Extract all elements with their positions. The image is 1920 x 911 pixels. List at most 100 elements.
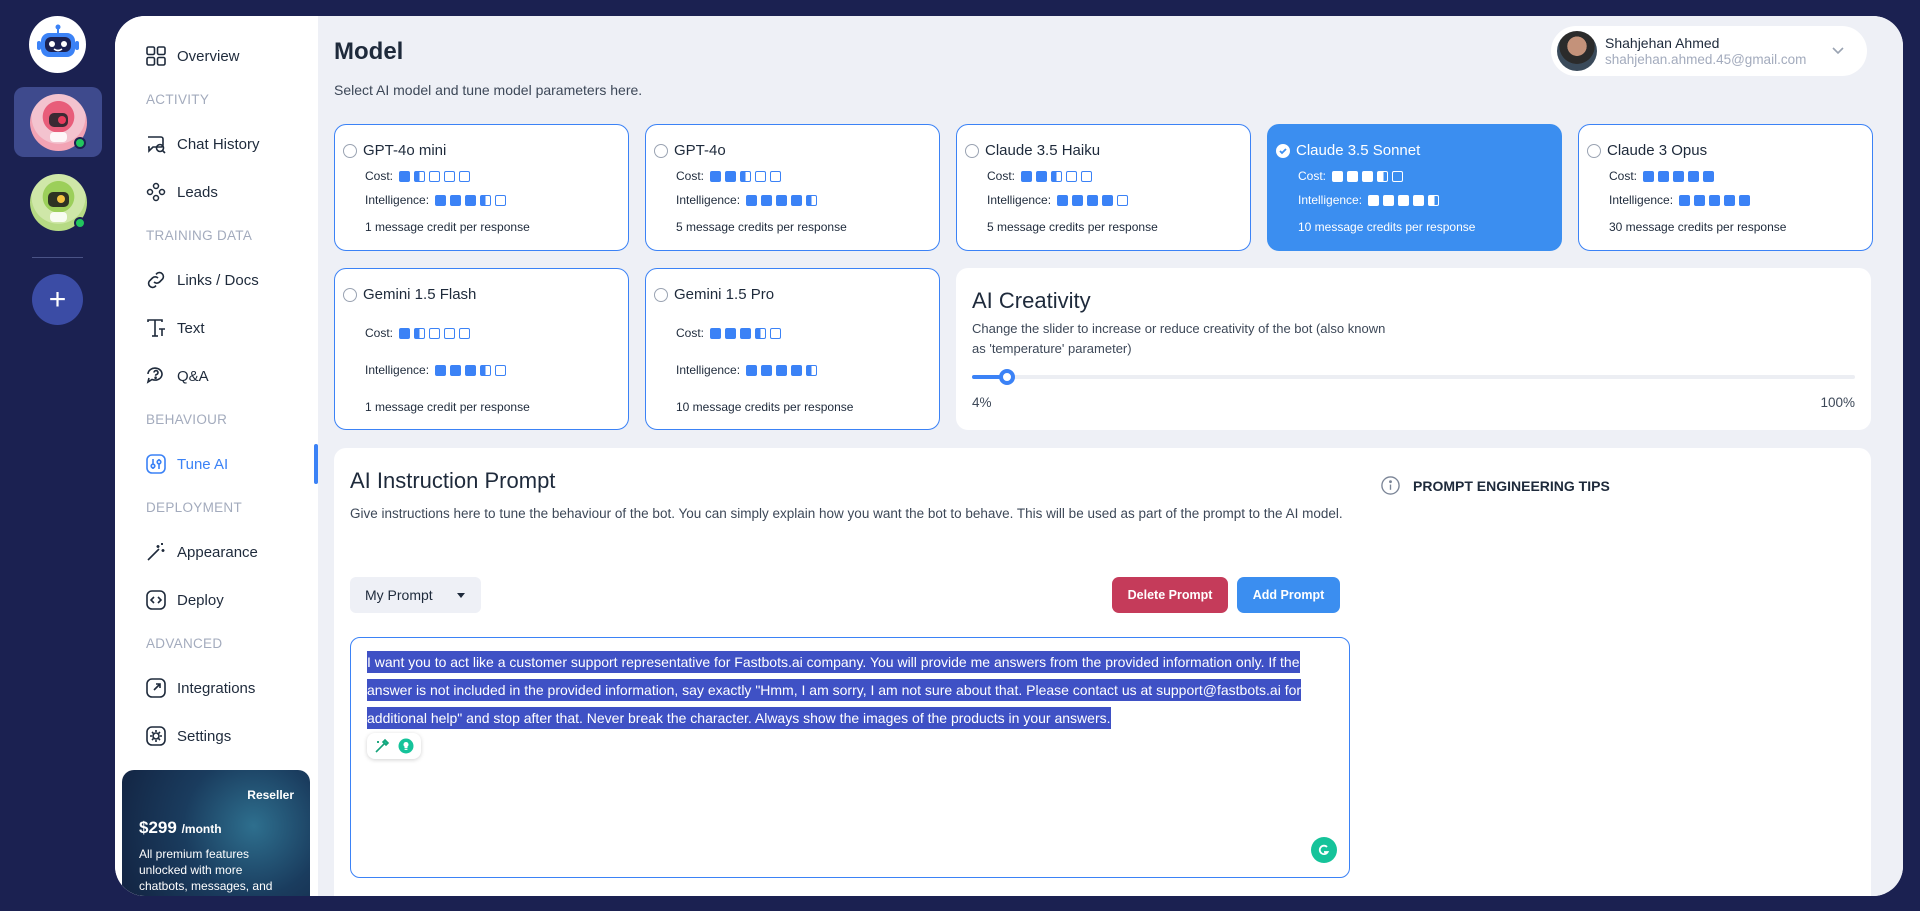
rating-square [1724,194,1736,206]
rating-square [761,194,773,206]
slider-thumb[interactable] [999,369,1016,385]
rating-square [740,327,752,339]
radio-icon[interactable] [343,288,357,302]
radio-icon[interactable] [654,288,668,302]
gear-icon [146,726,166,746]
radio-icon[interactable] [965,144,979,158]
model-name: Gemini 1.5 Flash [363,286,477,303]
model-intelligence-rating: Intelligence: [987,193,1132,207]
grammarly-icon[interactable] [1311,837,1337,863]
model-card[interactable]: Gemini 1.5 Pro Cost: Intelligence: 10 messa… [645,268,940,430]
intelligence-label: Intelligence: [365,193,430,207]
magic-pen-icon[interactable] [372,736,392,756]
radio-icon[interactable] [1587,144,1601,158]
delete-prompt-button[interactable]: Delete Prompt [1112,577,1228,613]
sidebar-item-tune-ai[interactable]: Tune AI [145,449,228,479]
plus-icon: + [48,282,67,316]
sidebar-item-label: Chat History [177,135,260,153]
model-name: Claude 3.5 Haiku [985,142,1101,159]
sidebar-item-label: Q&A [177,367,209,385]
model-card[interactable]: GPT-4o mini Cost: Intelligence: 1 message c… [334,124,629,251]
rating-square [1383,194,1395,206]
rating-square [710,327,722,339]
sidebar-item-leads[interactable]: Leads [145,177,218,207]
intelligence-label: Intelligence: [1609,193,1674,207]
model-credits: 1 message credit per response [365,400,530,414]
user-menu[interactable]: Shahjehan Ahmed shahjehan.ahmed.45@gmail… [1551,26,1867,76]
cost-label: Cost: [1298,169,1327,183]
prompt-tips-label: PROMPT ENGINEERING TIPS [1413,477,1610,494]
rating-square [1392,170,1404,182]
section-behaviour: BEHAVIOUR [146,412,228,427]
sidebar-item-integrations[interactable]: Integrations [145,673,255,703]
sidebar-item-chat-history[interactable]: Chat History [145,129,260,159]
prompt-textarea[interactable]: I want you to act like a customer suppor… [350,637,1350,878]
bot-avatar [29,93,87,151]
rating-square [1072,194,1084,206]
cost-label: Cost: [676,169,705,183]
radio-checked-icon[interactable] [1276,144,1290,158]
radio-icon[interactable] [654,144,668,158]
sidebar-item-label: Deploy [177,591,224,609]
rating-square [1036,170,1048,182]
temperature-slider[interactable] [972,369,1855,385]
slider-min-label: 4% [972,395,992,410]
rating-square [746,194,758,206]
rating-square [444,170,456,182]
rating-square [444,327,456,339]
model-intelligence-rating: Intelligence: [1298,193,1443,207]
sidebar-item-settings[interactable]: Settings [145,721,231,751]
promo-price: $299 /month [139,818,222,838]
bot-card-2[interactable] [14,167,102,237]
sidebar-item-label: Links / Docs [177,271,259,289]
model-card[interactable]: Claude 3.5 Haiku Cost: Intelligence: 5 mess… [956,124,1251,251]
user-info: Shahjehan Ahmed shahjehan.ahmed.45@gmail… [1605,35,1806,67]
sidebar-item-label: Text [177,319,205,337]
model-card[interactable]: Claude 3.5 Sonnet Cost: Intelligence: 10 me… [1267,124,1562,251]
model-intelligence-rating: Intelligence: [676,363,821,377]
sidebar-item-overview[interactable]: Overview [145,41,240,71]
sidebar-item-deploy[interactable]: Deploy [145,585,224,615]
rating-square [1673,170,1685,182]
integrations-icon [146,678,166,698]
bot-card-1[interactable] [14,87,102,157]
rating-square [1081,170,1093,182]
model-name: Claude 3 Opus [1607,142,1708,159]
rating-square [776,194,788,206]
chat-history-icon [148,136,166,154]
prompt-tips-link[interactable]: PROMPT ENGINEERING TIPS [1380,475,1610,496]
promo-price-period: /month [181,822,222,836]
model-card[interactable]: GPT-4o Cost: Intelligence: 5 message credit… [645,124,940,251]
sidebar-item-text[interactable]: Text [145,313,205,343]
page-title: Model [334,38,404,65]
instruction-prompt-panel: AI Instruction Prompt Give instructions … [334,448,1871,896]
rating-square [1347,170,1359,182]
prompt-select[interactable]: My Prompt [350,577,481,613]
app-logo[interactable] [29,16,86,73]
radio-icon[interactable] [343,144,357,158]
rating-square [465,364,477,376]
sidebar-item-links-docs[interactable]: Links / Docs [145,265,259,295]
promo-description: All premium features unlocked with more … [139,847,273,893]
magic-wand-icon [147,543,165,561]
tune-icon [146,454,166,474]
rating-square [776,364,788,376]
rating-square [1709,194,1721,206]
rating-square [1021,170,1033,182]
lightbulb-icon[interactable] [396,736,416,756]
rating-square [465,194,477,206]
add-prompt-button[interactable]: Add Prompt [1237,577,1340,613]
user-name: Shahjehan Ahmed [1605,35,1720,51]
reseller-promo-card[interactable]: Reseller $299 /month All premium feature… [122,770,310,896]
info-icon [1381,476,1400,495]
add-bot-button[interactable]: + [32,274,83,325]
main-frame: Overview ACTIVITY Chat History Leads TRA… [115,16,1903,896]
model-name: GPT-4o mini [363,142,447,159]
model-card[interactable]: Gemini 1.5 Flash Cost: Intelligence: 1 mess… [334,268,629,430]
model-card[interactable]: Claude 3 Opus Cost: Intelligence: 30 messag… [1578,124,1873,251]
rating-square [450,194,462,206]
sidebar-item-appearance[interactable]: Appearance [145,537,258,567]
rating-square [755,327,767,339]
rating-square [1428,194,1440,206]
sidebar-item-qa[interactable]: Q&A [145,361,209,391]
